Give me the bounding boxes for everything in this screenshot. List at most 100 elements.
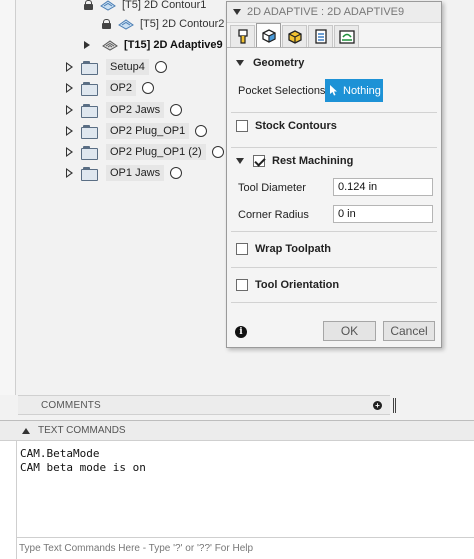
stock-contours-checkbox[interactable]: [236, 120, 248, 132]
info-icon[interactable]: i: [235, 326, 247, 338]
tab-heights[interactable]: [282, 25, 307, 47]
tool-icon: [237, 28, 248, 44]
setup-label: OP2 Jaws: [106, 102, 165, 118]
visibility-toggle-icon[interactable]: [195, 125, 208, 137]
tree-setup-row[interactable]: OP2: [66, 78, 155, 98]
collapse-arrow-icon[interactable]: [233, 9, 241, 15]
setup-folder-icon: [81, 125, 98, 139]
heights-icon: [287, 29, 302, 44]
output-line: CAM beta mode is on: [20, 461, 146, 474]
geometry-icon: [261, 28, 276, 43]
visibility-toggle-icon[interactable]: [170, 167, 183, 179]
wrap-toolpath-header[interactable]: Wrap Toolpath: [227, 239, 441, 259]
comments-label: COMMENTS: [41, 399, 101, 411]
tool-orientation-checkbox[interactable]: [236, 279, 248, 291]
cancel-button[interactable]: Cancel: [383, 321, 435, 341]
rest-machining-checkbox[interactable]: [253, 155, 265, 167]
stock-contours-header[interactable]: Stock Contours: [227, 116, 441, 136]
tool-diameter-input[interactable]: [333, 178, 433, 196]
pocket-selections-label: Pocket Selections: [238, 85, 326, 97]
op-label-active: [T15] 2D Adaptive9: [124, 39, 223, 51]
text-commands-output: CAM.BetaMode CAM beta mode is on: [20, 447, 146, 475]
tree-op-row[interactable]: [T5] 2D Contour1: [84, 0, 206, 15]
tab-passes[interactable]: [308, 25, 333, 47]
adaptive-op-icon: [102, 40, 118, 51]
tree-op-row[interactable]: [T5] 2D Contour2: [102, 14, 224, 34]
section-divider: [231, 147, 437, 148]
expand-arrow-icon[interactable]: [66, 126, 73, 136]
lock-icon: [84, 0, 93, 10]
section-divider: [231, 267, 437, 268]
add-comment-icon[interactable]: +: [373, 401, 382, 410]
op-label: [T5] 2D Contour1: [122, 0, 207, 11]
tree-setup-row[interactable]: OP1 Jaws: [66, 163, 183, 183]
contour-op-icon: [118, 19, 134, 30]
tab-geometry[interactable]: [256, 23, 281, 47]
comments-panel-header[interactable]: COMMENTS +: [18, 395, 396, 415]
expand-arrow-icon[interactable]: [84, 41, 90, 49]
tab-tool[interactable]: [230, 25, 255, 47]
collapse-arrow-icon[interactable]: [236, 158, 244, 164]
tree-setup-row[interactable]: OP2 Plug_OP1 (2): [66, 142, 224, 162]
dialog-title-bar[interactable]: 2D ADAPTIVE : 2D ADAPTIVE9: [227, 2, 441, 23]
tool-diameter-label: Tool Diameter: [238, 182, 306, 194]
passes-icon: [314, 28, 327, 44]
text-commands-input[interactable]: [17, 538, 474, 559]
tab-linking[interactable]: [334, 25, 359, 47]
pocket-selections-value: Nothing: [343, 84, 381, 97]
section-heading: Tool Orientation: [255, 279, 340, 291]
rest-machining-header[interactable]: Rest Machining: [227, 151, 441, 171]
tool-orientation-section[interactable]: Tool Orientation: [227, 275, 441, 295]
setup-label: OP2: [106, 80, 137, 96]
tree-setup-row[interactable]: Setup4: [66, 57, 167, 77]
tree-setup-row[interactable]: OP2 Jaws: [66, 100, 183, 120]
tree-op-row-active[interactable]: [T15] 2D Adaptive9: [84, 35, 223, 55]
setup-label: OP2 Plug_OP1 (2): [106, 144, 206, 160]
corner-radius-input[interactable]: [333, 205, 433, 223]
expand-arrow-icon[interactable]: [66, 62, 73, 72]
section-divider: [231, 231, 437, 232]
section-heading: Stock Contours: [255, 120, 337, 132]
ok-button[interactable]: OK: [323, 321, 376, 341]
dialog-tabs: [227, 23, 441, 48]
dialog-footer: i OK Cancel: [227, 318, 441, 348]
setup-label: Setup4: [106, 59, 149, 75]
browser-scrollbar[interactable]: [0, 0, 16, 395]
visibility-toggle-icon[interactable]: [154, 61, 167, 73]
lock-icon: [102, 19, 111, 29]
text-commands-title: TEXT COMMANDS: [38, 425, 126, 436]
cursor-arrow-icon: [330, 85, 337, 96]
visibility-toggle-icon[interactable]: [170, 104, 183, 116]
visibility-toggle-icon[interactable]: [142, 82, 155, 94]
section-heading: Rest Machining: [272, 155, 354, 167]
dialog-title: 2D ADAPTIVE : 2D ADAPTIVE9: [247, 6, 405, 18]
text-commands-header[interactable]: TEXT COMMANDS: [0, 421, 474, 441]
op-label: [T5] 2D Contour2: [140, 18, 225, 30]
tool-orientation-header[interactable]: Tool Orientation: [227, 275, 441, 295]
panel-resize-grip-icon[interactable]: [393, 398, 396, 413]
wrap-toolpath-section[interactable]: Wrap Toolpath: [227, 239, 441, 259]
geometry-section-header[interactable]: Geometry: [227, 53, 441, 73]
collapse-arrow-icon[interactable]: [236, 60, 244, 66]
collapse-arrow-icon[interactable]: [22, 427, 30, 434]
tree-setup-row[interactable]: OP2 Plug_OP1: [66, 121, 208, 141]
visibility-toggle-icon[interactable]: [211, 146, 224, 158]
setup-folder-icon: [81, 104, 98, 118]
contour-op-icon: [100, 0, 116, 11]
adaptive-operation-dialog: 2D ADAPTIVE : 2D ADAPTIVE9 Geometry Pock…: [226, 1, 442, 348]
setup-folder-icon: [81, 146, 98, 160]
pocket-selections-button[interactable]: Nothing: [325, 79, 383, 102]
expand-arrow-icon[interactable]: [66, 147, 73, 157]
text-commands-input-wrap: [17, 537, 474, 559]
stock-contours-section[interactable]: Stock Contours: [227, 116, 441, 136]
setup-label: OP2 Plug_OP1: [106, 123, 190, 139]
section-heading: Geometry: [253, 57, 305, 69]
expand-arrow-icon[interactable]: [66, 105, 73, 115]
wrap-toolpath-checkbox[interactable]: [236, 243, 248, 255]
expand-arrow-icon[interactable]: [66, 83, 73, 93]
rest-machining-section: Rest Machining: [227, 151, 441, 171]
section-divider: [231, 302, 437, 303]
section-divider: [231, 112, 437, 113]
expand-arrow-icon[interactable]: [66, 168, 73, 178]
section-heading: Wrap Toolpath: [255, 243, 331, 255]
